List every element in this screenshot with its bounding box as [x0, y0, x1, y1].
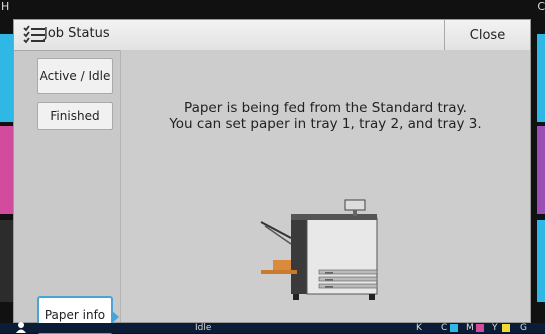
status-bar: Idle K C M Y G [0, 321, 545, 333]
background-strip-dark [0, 220, 14, 302]
message-line-2: You can set paper in tray 1, tray 2, and… [169, 116, 482, 132]
ink-label-y: Y [492, 323, 498, 333]
close-button[interactable]: Close [444, 20, 530, 50]
background-strip-magenta [0, 126, 14, 214]
ink-swatch-c [450, 324, 458, 332]
content-pane: Paper is being fed from the Standard tra… [120, 50, 530, 322]
paper-feed-message: Paper is being fed from the Standard tra… [121, 100, 530, 132]
ink-swatch-y [502, 324, 510, 332]
message-line-1: Paper is being fed from the Standard tra… [184, 100, 467, 116]
background-strip-cyan [0, 34, 14, 122]
tab-active-idle[interactable]: Active / Idle [37, 58, 113, 94]
printer-status: Idle [195, 323, 212, 333]
tab-finished[interactable]: Finished [37, 102, 113, 130]
background-letter-left: H [1, 0, 10, 13]
title-bar: Job Status Close [14, 20, 530, 51]
selected-tab-pointer [111, 310, 119, 324]
background-strip-right-cyan [537, 34, 545, 122]
ink-label-m: M [466, 323, 474, 333]
job-list-icon [23, 25, 45, 44]
ink-label-c: C [441, 323, 448, 333]
job-status-dialog: Job Status Close Active / Idle Finished … [13, 19, 531, 334]
ink-label-k: K [416, 323, 422, 333]
dialog-title: Job Status [44, 26, 110, 41]
ink-label-g: G [520, 323, 527, 333]
background-letter-right: C [537, 0, 545, 13]
ink-swatch-m [476, 324, 484, 332]
user-icon[interactable] [15, 321, 27, 333]
tab-column: Active / Idle Finished Paper info [23, 50, 121, 334]
printer-illustration [260, 199, 378, 300]
background-strip-right-purple [537, 126, 545, 214]
background-strip-right-cyan2 [537, 220, 545, 302]
